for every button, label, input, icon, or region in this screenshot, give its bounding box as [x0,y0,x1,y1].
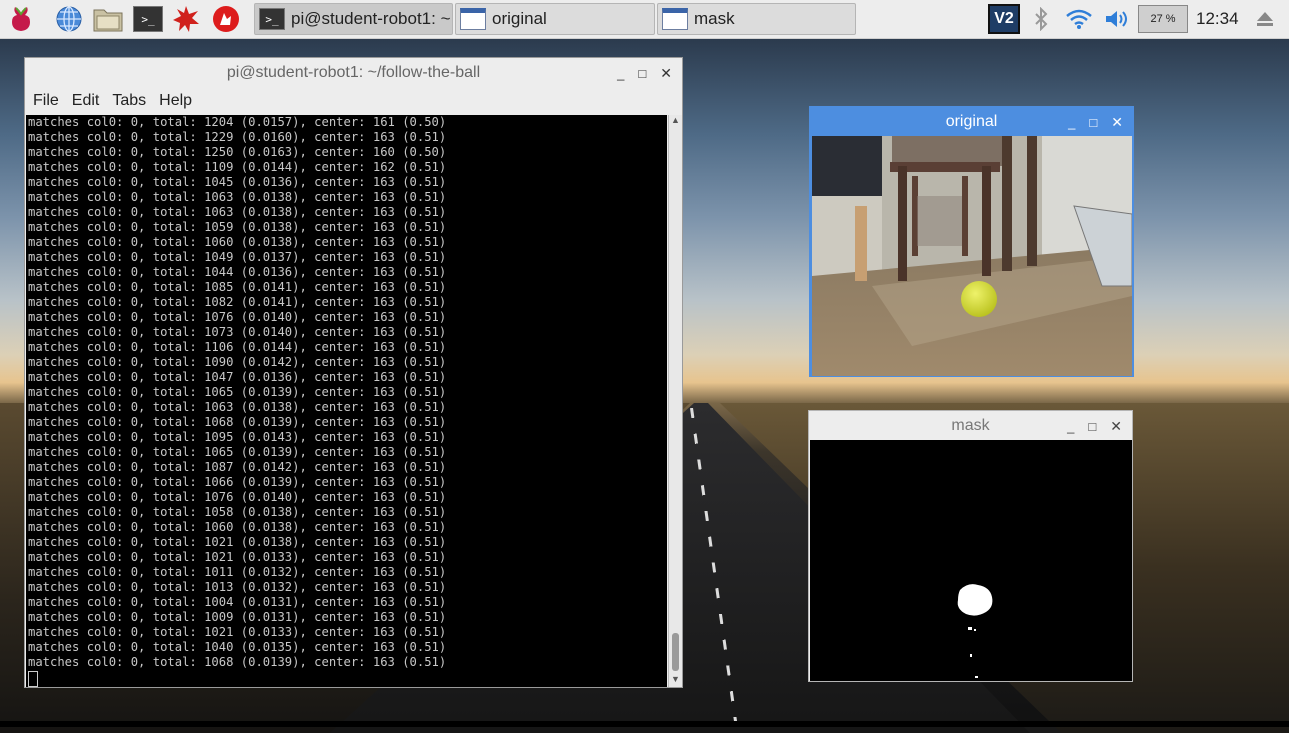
raspberry-menu-icon[interactable] [6,4,36,34]
terminal-line: matches col0: 0, total: 1040 (0.0135), c… [28,640,447,654]
task-mask[interactable]: mask [657,3,856,35]
maximize-icon[interactable]: □ [1088,419,1096,434]
close-icon[interactable]: ✕ [660,65,672,82]
clock[interactable]: 12:34 [1196,9,1239,29]
camera-frame [812,136,1132,376]
terminal-line: matches col0: 0, total: 1049 (0.0137), c… [28,250,447,264]
terminal-line: matches col0: 0, total: 1095 (0.0143), c… [28,430,447,444]
tennis-ball [961,281,997,317]
terminal-line: matches col0: 0, total: 1068 (0.0139), c… [28,655,447,669]
terminal-line: matches col0: 0, total: 1106 (0.0144), c… [28,340,447,354]
terminal-line: matches col0: 0, total: 1076 (0.0140), c… [28,310,447,324]
minimize-icon[interactable]: _ [1068,115,1075,130]
terminal-icon: >_ [259,8,285,30]
original-titlebar[interactable]: original _ □ ✕ [810,107,1133,136]
terminal-line: matches col0: 0, total: 1085 (0.0141), c… [28,280,447,294]
task-mask-label: mask [694,9,735,28]
scroll-down-arrow-icon[interactable]: ▼ [669,674,682,687]
terminal-line: matches col0: 0, total: 1066 (0.0139), c… [28,475,447,489]
cpu-monitor[interactable]: 27 % [1138,5,1188,33]
terminal-line: matches col0: 0, total: 1060 (0.0138), c… [28,235,447,249]
minimize-icon[interactable]: _ [617,66,624,81]
terminal-line: matches col0: 0, total: 1087 (0.0142), c… [28,460,447,474]
terminal-line: matches col0: 0, total: 1063 (0.0138), c… [28,190,447,204]
terminal-line: matches col0: 0, total: 1009 (0.0131), c… [28,610,447,624]
terminal-cursor [28,671,38,687]
menu-edit[interactable]: Edit [72,92,100,110]
terminal-line: matches col0: 0, total: 1068 (0.0139), c… [28,415,447,429]
file-manager-icon[interactable] [93,4,123,34]
terminal-line: matches col0: 0, total: 1004 (0.0131), c… [28,595,447,609]
mask-frame [810,440,1132,681]
cpu-usage-value: 27 % [1150,13,1176,25]
terminal-line: matches col0: 0, total: 1059 (0.0138), c… [28,220,447,234]
task-terminal-label: pi@student-robot1: ~ [291,9,451,28]
eject-icon[interactable] [1252,4,1278,34]
window-icon [460,8,486,30]
terminal-line: matches col0: 0, total: 1047 (0.0136), c… [28,370,447,384]
terminal-scrollbar[interactable]: ▲ ▼ [668,115,682,687]
terminal-menubar: File Edit Tabs Help [25,88,682,114]
terminal-line: matches col0: 0, total: 1045 (0.0136), c… [28,175,447,189]
close-icon[interactable]: ✕ [1111,114,1123,131]
mask-title: mask [951,416,990,434]
close-icon[interactable]: ✕ [1110,418,1122,435]
bluetooth-icon[interactable] [1030,4,1052,34]
terminal-line: matches col0: 0, total: 1011 (0.0132), c… [28,565,447,579]
window-icon [662,8,688,30]
terminal-line: matches col0: 0, total: 1063 (0.0138), c… [28,400,447,414]
web-browser-icon[interactable] [54,4,84,34]
task-original[interactable]: original [455,3,655,35]
menu-help[interactable]: Help [159,92,192,110]
minimize-icon[interactable]: _ [1067,419,1074,434]
terminal-line: matches col0: 0, total: 1058 (0.0138), c… [28,505,447,519]
scroll-thumb[interactable] [672,633,679,671]
terminal-line: matches col0: 0, total: 1076 (0.0140), c… [28,490,447,504]
volume-icon[interactable] [1102,4,1132,34]
task-original-label: original [492,9,547,28]
terminal-line: matches col0: 0, total: 1021 (0.0133), c… [28,550,447,564]
terminal-titlebar[interactable]: pi@student-robot1: ~/follow-the-ball _ □… [25,58,682,88]
terminal-window: pi@student-robot1: ~/follow-the-ball _ □… [24,57,683,688]
terminal-line: matches col0: 0, total: 1250 (0.0163), c… [28,145,447,159]
terminal-output[interactable]: matches col0: 0, total: 1204 (0.0157), c… [26,115,667,687]
screen-bottom-border [0,721,1289,727]
terminal-line: matches col0: 0, total: 1021 (0.0138), c… [28,535,447,549]
mathematica-icon[interactable] [171,4,201,34]
vnc-icon[interactable]: V2 [986,4,1022,34]
original-window: original _ □ ✕ [809,106,1134,377]
menu-file[interactable]: File [33,92,59,110]
terminal-title: pi@student-robot1: ~/follow-the-ball [226,64,481,81]
terminal-line: matches col0: 0, total: 1021 (0.0133), c… [28,625,447,639]
wolfram-icon[interactable] [211,4,241,34]
terminal-line: matches col0: 0, total: 1044 (0.0136), c… [28,265,447,279]
maximize-icon[interactable]: □ [1089,115,1097,130]
task-terminal[interactable]: >_ pi@student-robot1: ~ [254,3,453,35]
terminal-line: matches col0: 0, total: 1060 (0.0138), c… [28,520,447,534]
terminal-line: matches col0: 0, total: 1229 (0.0160), c… [28,130,447,144]
terminal-line: matches col0: 0, total: 1082 (0.0141), c… [28,295,447,309]
terminal-line: matches col0: 0, total: 1013 (0.0132), c… [28,580,447,594]
mask-blob [957,584,993,616]
mask-window: mask _ □ ✕ [808,410,1133,682]
vnc-label: V2 [988,4,1020,34]
wifi-icon[interactable] [1064,4,1094,34]
taskbar: >_ >_ pi@student-robot1: ~ original mask… [0,0,1289,39]
terminal-launcher-icon[interactable]: >_ [133,4,163,34]
terminal-line: matches col0: 0, total: 1065 (0.0139), c… [28,385,447,399]
menu-tabs[interactable]: Tabs [112,92,146,110]
terminal-line: matches col0: 0, total: 1065 (0.0139), c… [28,445,447,459]
terminal-line: matches col0: 0, total: 1109 (0.0144), c… [28,160,447,174]
mask-titlebar[interactable]: mask _ □ ✕ [809,411,1132,440]
original-title: original [945,112,998,130]
terminal-line: matches col0: 0, total: 1204 (0.0157), c… [28,115,447,129]
scroll-up-arrow-icon[interactable]: ▲ [669,115,682,128]
terminal-line: matches col0: 0, total: 1090 (0.0142), c… [28,355,447,369]
terminal-line: matches col0: 0, total: 1063 (0.0138), c… [28,205,447,219]
maximize-icon[interactable]: □ [638,66,646,81]
terminal-line: matches col0: 0, total: 1073 (0.0140), c… [28,325,447,339]
